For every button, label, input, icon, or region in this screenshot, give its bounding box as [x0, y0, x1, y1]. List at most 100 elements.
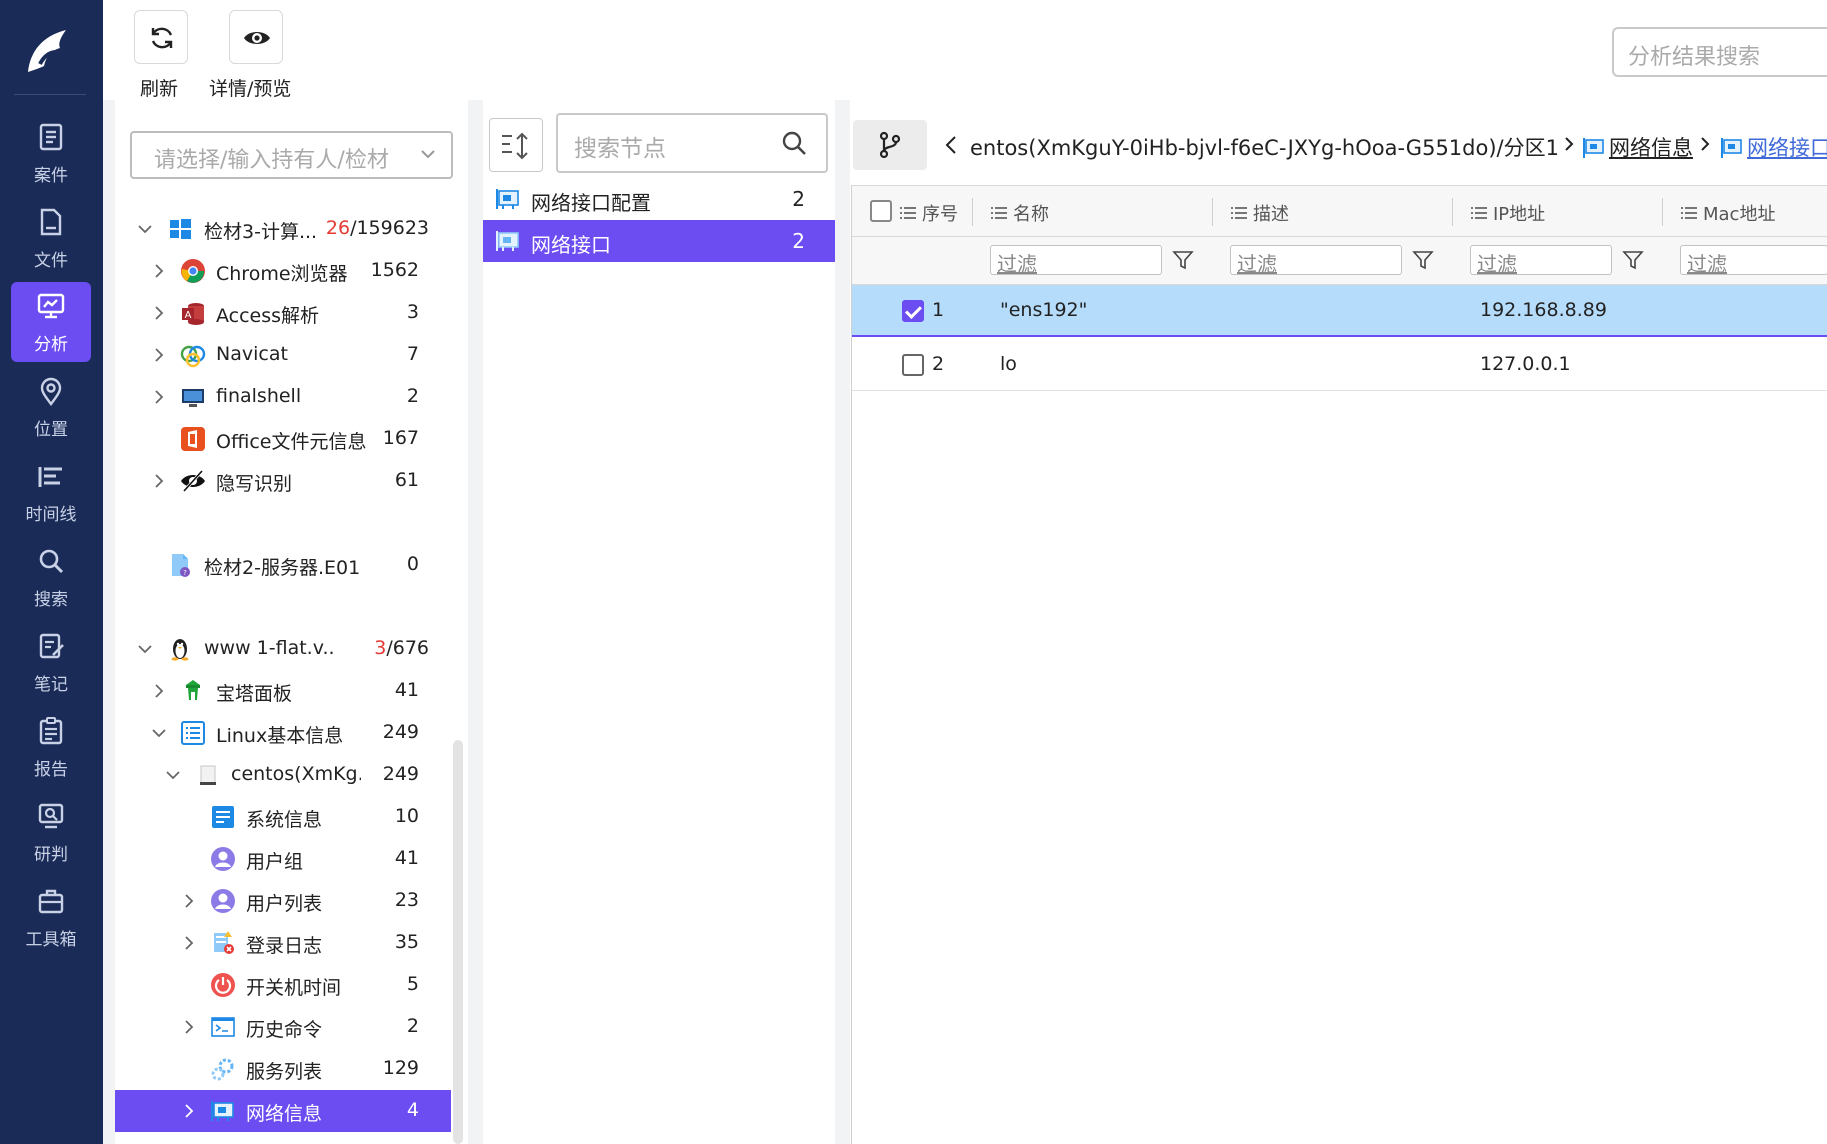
search-icon[interactable] [780, 129, 808, 157]
filter-input-mac[interactable]: 过滤 [1680, 245, 1827, 276]
nav-label: 工具箱 [25, 930, 77, 950]
tree-item-userlist[interactable]: 用户列表 23 [115, 880, 451, 922]
chevron-right-icon[interactable] [151, 347, 167, 363]
breadcrumb-node-network-info[interactable]: 网络信息 [1609, 132, 1693, 162]
tree-item-www[interactable]: www 1-flat.v... 3/676 [115, 628, 451, 670]
svg-text:A: A [185, 310, 192, 321]
nav-label: 案件 [34, 166, 68, 186]
refresh-button[interactable] [134, 10, 188, 64]
branch-button[interactable] [853, 120, 927, 170]
chevron-down-icon[interactable] [165, 767, 181, 783]
service-icon [211, 1058, 234, 1081]
tree-item-stego[interactable]: 隐写识别 61 [115, 460, 451, 502]
tree-item-count: 10 [394, 805, 419, 827]
tree-item-chrome[interactable]: Chrome浏览器 1562 [115, 250, 451, 292]
result-search-input[interactable]: 分析结果搜索 [1612, 27, 1827, 77]
select-all-checkbox[interactable] [870, 200, 892, 222]
chevron-down-icon[interactable] [137, 221, 153, 237]
tree-item-office[interactable]: Office文件元信息 167 [115, 418, 451, 460]
filter-input-desc[interactable]: 过滤 [1230, 245, 1402, 276]
nav-item-timeline[interactable]: 时间线 [11, 452, 91, 532]
preview-label: 详情/预览 [209, 78, 292, 100]
chevron-right-icon[interactable] [181, 1103, 197, 1119]
network-icon [211, 1101, 234, 1121]
tree-item-count: 2 [406, 1015, 419, 1037]
tree-item-linux-info[interactable]: Linux基本信息 249 [115, 712, 451, 754]
svg-text:?: ? [183, 569, 187, 577]
nav-item-file[interactable]: 文件 [11, 198, 91, 278]
nav-item-judge[interactable]: 研判 [11, 792, 91, 872]
preview-button[interactable] [229, 10, 283, 64]
chevron-right-icon[interactable] [151, 305, 167, 321]
table-row[interactable]: 1 "ens192" 192.168.8.89 [852, 285, 1827, 337]
tree-item-label: 用户列表 [246, 893, 323, 915]
chevron-right-icon[interactable] [151, 683, 167, 699]
nav-divider [14, 94, 86, 95]
column-separator[interactable] [1212, 198, 1213, 226]
column-menu-icon [1471, 207, 1487, 219]
column-header-index[interactable]: 序号 [900, 200, 958, 226]
nav-label: 文件 [34, 251, 68, 271]
column-header-desc[interactable]: 描述 [1231, 200, 1289, 226]
column-separator[interactable] [972, 198, 973, 226]
cell-name: lo [1000, 353, 1017, 375]
nav-item-analysis[interactable]: 分析 [11, 282, 91, 362]
nav-item-case[interactable]: 案件 [11, 113, 91, 193]
chevron-right-icon[interactable] [151, 473, 167, 489]
table-row[interactable]: 2 lo 127.0.0.1 [852, 339, 1827, 391]
tree-item-label: 检材3-计算... [204, 221, 318, 243]
holder-select[interactable]: 请选择/输入持有人/检材 [130, 131, 453, 179]
column-separator[interactable] [1452, 198, 1453, 226]
filter-input-name[interactable]: 过滤 [990, 245, 1162, 276]
tree-item-access[interactable]: A Access解析 3 [115, 292, 451, 334]
tree-item-power[interactable]: 开关机时间 5 [115, 964, 451, 1006]
breadcrumb-node-interface[interactable]: 网络接口 [1747, 132, 1827, 162]
tree-item-history[interactable]: 历史命令 2 [115, 1006, 451, 1048]
chevron-down-icon[interactable] [151, 725, 167, 741]
windows-icon [170, 219, 191, 239]
filter-icon[interactable] [1412, 249, 1434, 271]
tree-item-finalshell[interactable]: finalshell 2 [115, 376, 451, 418]
tree-item-services[interactable]: 服务列表 129 [115, 1048, 451, 1090]
node-search-input[interactable]: 搜索节点 [556, 113, 828, 173]
chevron-right-icon[interactable] [151, 389, 167, 405]
tree-item-evidence3[interactable]: 检材3-计算... 26/159623 [115, 208, 451, 250]
column-header-ip[interactable]: IP地址 [1471, 200, 1545, 226]
breadcrumb: entos(XmKguY-0iHb-bjvl-f6eC-JXYg-hOoa-G5… [930, 118, 1827, 174]
chevron-left-icon[interactable] [942, 134, 960, 156]
tree-item-usergroup[interactable]: 用户组 41 [115, 838, 451, 880]
row-checkbox[interactable] [902, 300, 924, 322]
nav-item-toolbox[interactable]: 工具箱 [11, 877, 91, 957]
chevron-right-icon[interactable] [181, 1019, 197, 1035]
nav-item-report[interactable]: 报告 [11, 707, 91, 787]
node-item-config[interactable]: 网络接口配置 2 [483, 178, 835, 220]
tree-item-baota[interactable]: 宝塔面板 41 [115, 670, 451, 712]
node-search-placeholder: 搜索节点 [574, 136, 666, 162]
sort-button[interactable] [489, 118, 543, 172]
column-header-mac[interactable]: Mac地址 [1681, 200, 1775, 226]
filter-icon[interactable] [1172, 249, 1194, 271]
tree-item-sysinfo[interactable]: 系统信息 10 [115, 796, 451, 838]
tree-item-network[interactable]: 网络信息 4 [115, 1090, 451, 1132]
column-header-name[interactable]: 名称 [991, 200, 1049, 226]
tree-scrollbar[interactable] [453, 740, 463, 1144]
tree-item-loginlog[interactable]: 登录日志 35 [115, 922, 451, 964]
node-item-interface[interactable]: 网络接口 2 [483, 220, 835, 262]
filter-icon[interactable] [1622, 249, 1644, 271]
chevron-down-icon[interactable] [137, 641, 153, 657]
nav-item-location[interactable]: 位置 [11, 367, 91, 447]
toolbox-icon [38, 889, 64, 914]
chevron-right-icon[interactable] [181, 935, 197, 951]
row-checkbox[interactable] [902, 354, 924, 376]
nav-item-search[interactable]: 搜索 [11, 537, 91, 617]
breadcrumb-path[interactable]: entos(XmKguY-0iHb-bjvl-f6eC-JXYg-hOoa-G5… [970, 132, 1559, 162]
tree-item-label: Chrome浏览器 [216, 263, 348, 285]
tree-item-centos[interactable]: centos(XmKg... 249 [115, 754, 451, 796]
nav-item-note[interactable]: 笔记 [11, 622, 91, 702]
filter-input-ip[interactable]: 过滤 [1470, 245, 1612, 276]
tree-item-evidence2[interactable]: ? 检材2-服务器.E01 0 [115, 544, 451, 586]
tree-item-navicat[interactable]: Navicat 7 [115, 334, 451, 376]
chevron-right-icon[interactable] [181, 893, 197, 909]
chevron-right-icon[interactable] [151, 263, 167, 279]
column-separator[interactable] [1662, 198, 1663, 226]
